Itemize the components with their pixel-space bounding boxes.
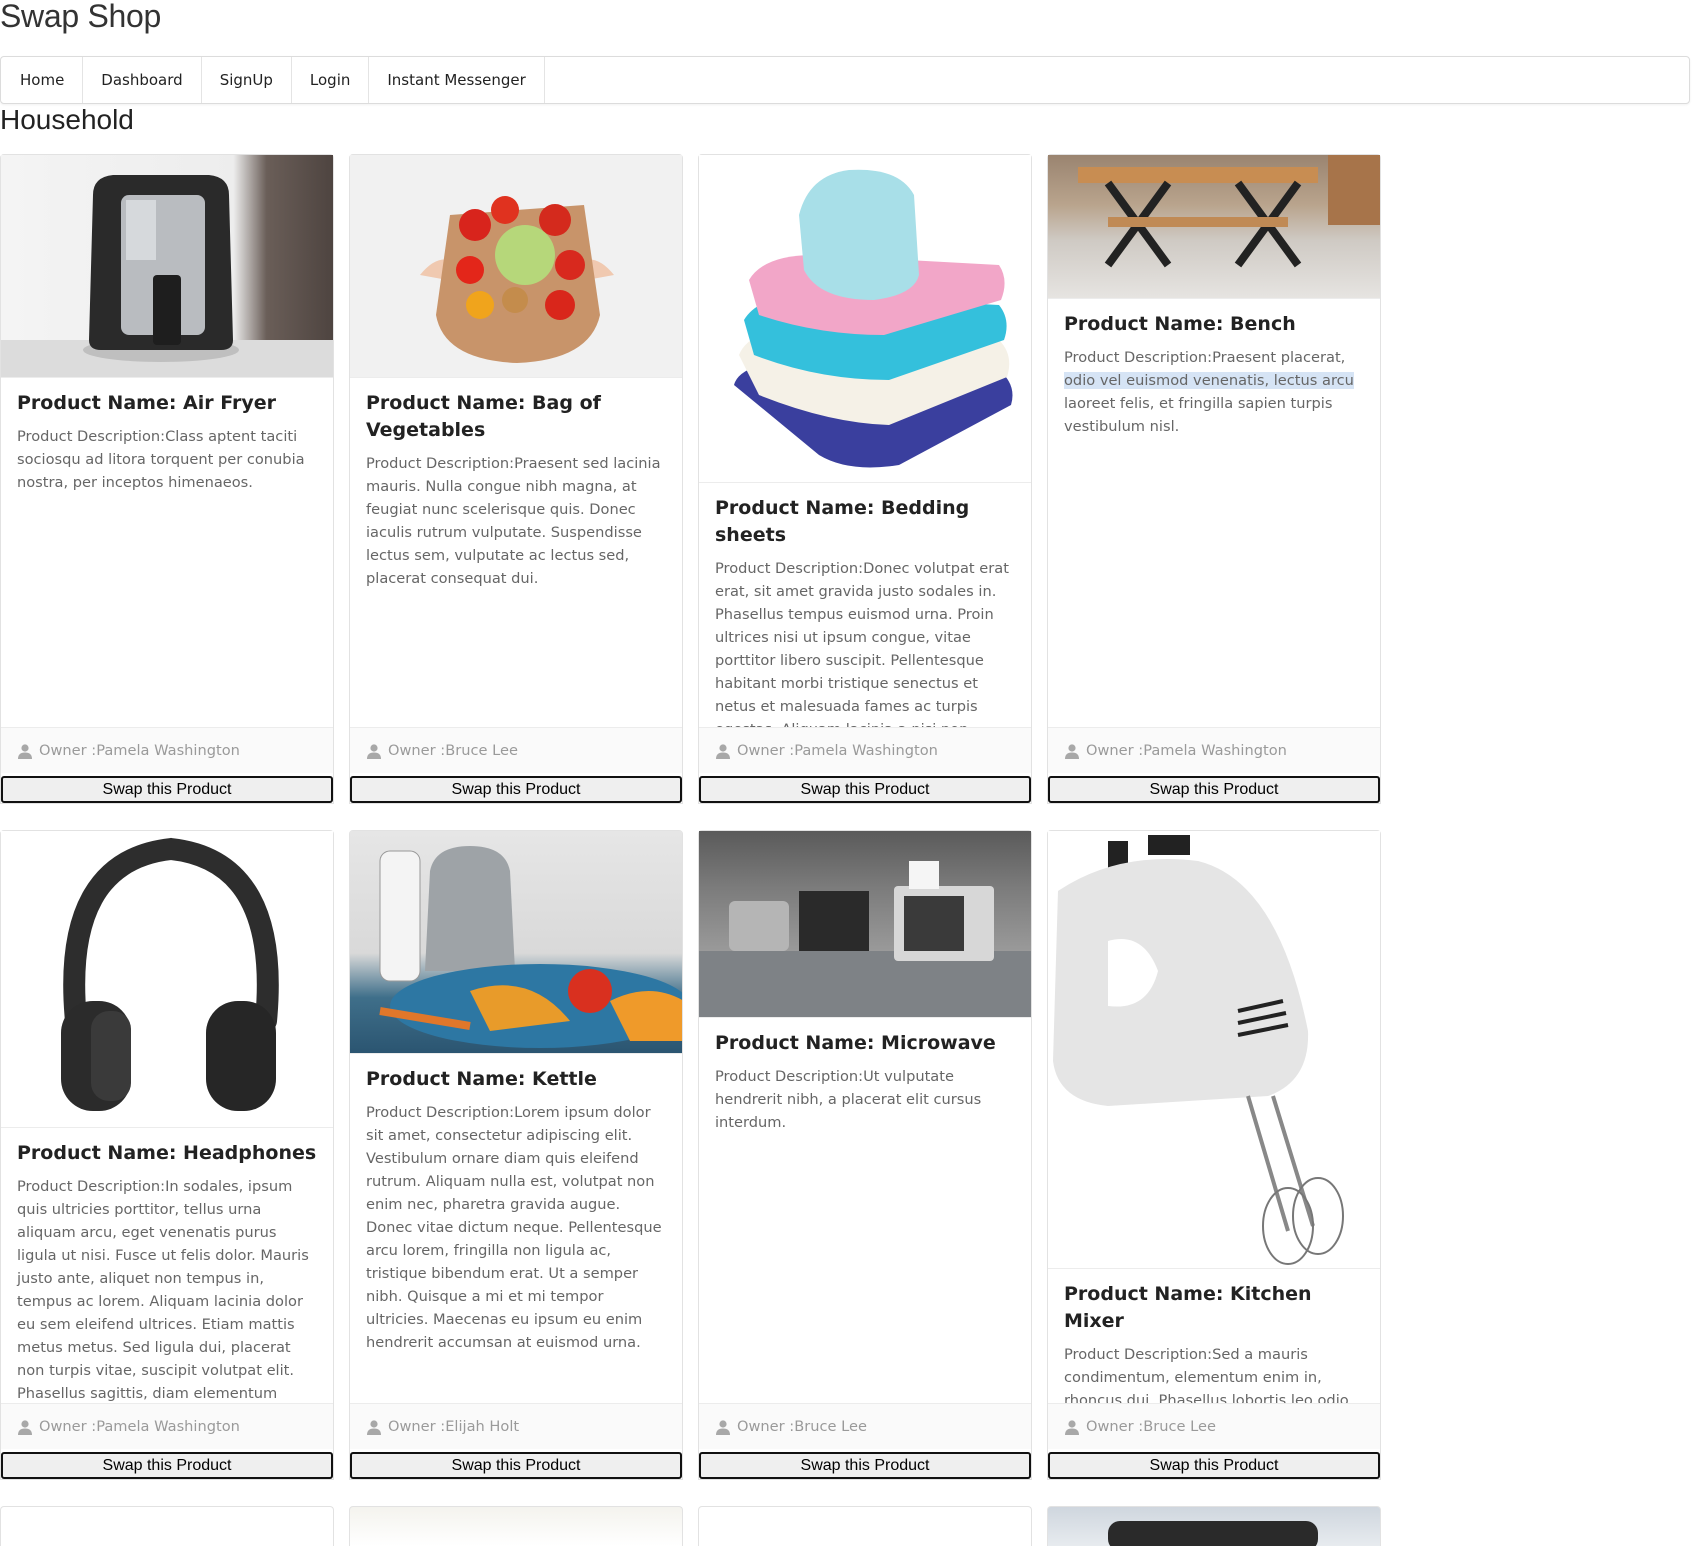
product-owner: Owner :Pamela Washington [699, 727, 1031, 773]
selected-text: odio vel euismod venenatis, lectus arcu [1064, 372, 1354, 389]
product-description: Product Description:Praesent sed lacinia… [366, 455, 661, 587]
product-owner: Owner :Elijah Holt [350, 1403, 682, 1449]
product-image-bench[interactable] [1048, 155, 1380, 299]
owner-name: Owner :Pamela Washington [737, 742, 938, 759]
microwave-image [699, 861, 1031, 1017]
nav-item-login[interactable]: Login [292, 57, 370, 103]
product-name: Product Name: Headphones [17, 1142, 317, 1164]
product-card-bench: Product Name: Bench Product Description:… [1047, 154, 1381, 804]
swap-product-button[interactable]: Swap this Product [1, 776, 333, 803]
owner-name: Owner :Pamela Washington [39, 1418, 240, 1435]
nav-item-signup[interactable]: SignUp [202, 57, 292, 103]
bedding-sheets-image [734, 169, 1013, 468]
product-owner: Owner :Pamela Washington [1, 727, 333, 773]
product-image-air-fryer[interactable] [1, 155, 333, 378]
product-description: Product Description:Ut vulputate hendrer… [715, 1068, 982, 1131]
bench-image [1078, 155, 1380, 268]
product-card-bedding-sheets: Product Name: Bedding sheets Product Des… [698, 154, 1032, 804]
swap-product-button[interactable]: Swap this Product [699, 776, 1031, 803]
person-icon [367, 743, 381, 759]
nav-item-home[interactable]: Home [1, 57, 84, 103]
product-card-air-fryer: Product Name: Air Fryer Product Descript… [0, 154, 334, 804]
product-image-bag-of-vegetables[interactable] [350, 155, 682, 378]
product-image-headphones[interactable] [1, 831, 333, 1128]
navbar: Home Dashboard SignUp Login Instant Mess… [0, 56, 1690, 104]
product-card-kettle: Product Name: Kettle Product Description… [349, 830, 683, 1480]
owner-name: Owner :Elijah Holt [388, 1418, 520, 1435]
air-fryer-image [1, 175, 333, 377]
kitchen-mixer-image [1053, 835, 1344, 1265]
person-icon [1065, 1419, 1079, 1435]
nav-item-dashboard[interactable]: Dashboard [83, 57, 202, 103]
product-card-partial [698, 1506, 1032, 1546]
product-card-partial [349, 1506, 683, 1546]
owner-name: Owner :Pamela Washington [39, 742, 240, 759]
product-grid: Product Name: Air Fryer Product Descript… [0, 154, 1381, 1546]
product-name: Product Name: Kettle [366, 1068, 597, 1090]
swap-product-button[interactable]: Swap this Product [350, 776, 682, 803]
swap-product-button[interactable]: Swap this Product [699, 1452, 1031, 1479]
owner-name: Owner :Bruce Lee [1086, 1418, 1216, 1435]
person-icon [18, 1419, 32, 1435]
product-card-bag-of-vegetables: Product Name: Bag of Vegetables Product … [349, 154, 683, 804]
product-owner: Owner :Bruce Lee [699, 1403, 1031, 1449]
swap-product-button[interactable]: Swap this Product [1048, 1452, 1380, 1479]
product-image-kitchen-mixer[interactable] [1048, 831, 1380, 1269]
nav-item-instant-messenger[interactable]: Instant Messenger [369, 57, 545, 103]
product-card-headphones: Product Name: Headphones Product Descrip… [0, 830, 334, 1480]
product-name: Product Name: Bench [1064, 313, 1296, 335]
product-owner: Owner :Pamela Washington [1048, 727, 1380, 773]
person-icon [18, 743, 32, 759]
product-name: Product Name: Kitchen Mixer [1064, 1283, 1312, 1332]
product-name: Product Name: Microwave [715, 1032, 996, 1054]
product-name: Product Name: Air Fryer [17, 392, 277, 414]
product-owner: Owner :Bruce Lee [1048, 1403, 1380, 1449]
swap-product-button[interactable]: Swap this Product [350, 1452, 682, 1479]
owner-name: Owner :Pamela Washington [1086, 742, 1287, 759]
owner-name: Owner :Bruce Lee [388, 742, 518, 759]
category-title: Household [0, 104, 134, 135]
person-icon [716, 1419, 730, 1435]
swap-product-button[interactable]: Swap this Product [1048, 776, 1380, 803]
product-owner: Owner :Pamela Washington [1, 1403, 333, 1449]
product-image-kettle[interactable] [350, 831, 682, 1054]
person-icon [1065, 743, 1079, 759]
product-image-microwave[interactable] [699, 831, 1031, 1018]
owner-name: Owner :Bruce Lee [737, 1418, 867, 1435]
person-icon [716, 743, 730, 759]
site-title: Swap Shop [0, 0, 161, 34]
swap-product-button[interactable]: Swap this Product [1, 1452, 333, 1479]
product-description: Product Description:Class aptent taciti … [17, 428, 305, 491]
product-image-bedding-sheets[interactable] [699, 155, 1031, 483]
product-card-kitchen-mixer: Product Name: Kitchen Mixer Product Desc… [1047, 830, 1381, 1480]
headphones-image [61, 837, 279, 1111]
product-description: Product Description:Lorem ipsum dolor si… [366, 1104, 662, 1351]
product-image-partial [1108, 1521, 1318, 1546]
product-name: Product Name: Bag of Vegetables [366, 392, 601, 441]
vegetables-image [420, 196, 614, 363]
product-card-partial [0, 1506, 334, 1546]
kettle-image [379, 846, 682, 1048]
product-owner: Owner :Bruce Lee [350, 727, 682, 773]
product-name: Product Name: Bedding sheets [715, 497, 970, 546]
product-card-microwave: Product Name: Microwave Product Descript… [698, 830, 1032, 1480]
person-icon [367, 1419, 381, 1435]
product-card-partial [1047, 1506, 1381, 1546]
product-description: Product Description:Praesent placerat, o… [1064, 349, 1354, 435]
